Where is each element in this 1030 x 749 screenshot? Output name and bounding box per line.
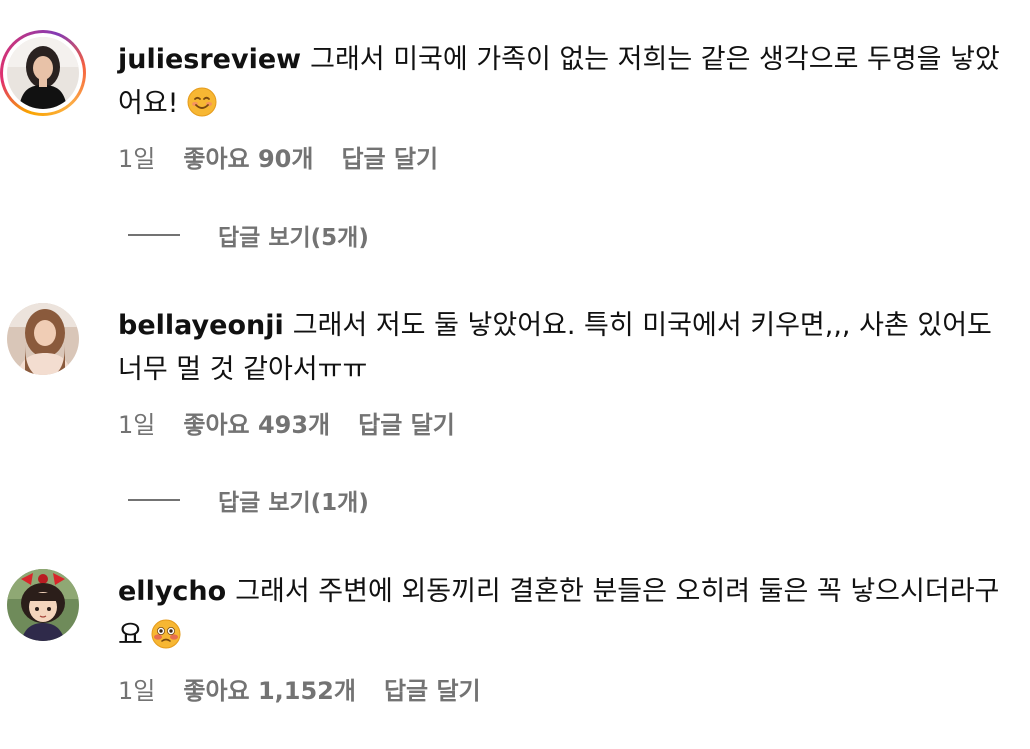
avatar-wrapper[interactable] — [0, 562, 86, 648]
avatar-photo-icon — [7, 37, 79, 109]
likes-count[interactable]: 좋아요 1,152개 — [183, 671, 356, 706]
comment-time: 1일 — [118, 144, 156, 173]
comment-username[interactable]: bellayeonji — [118, 310, 284, 341]
comment-meta: 1일 좋아요 1,152개 답글 달기 — [118, 671, 481, 706]
likes-count[interactable]: 좋아요 493개 — [183, 405, 330, 440]
comment-text: 그래서 주변에 외동끼리 결혼한 분들은 오히려 둘은 꼭 낳으시더라구요 — [118, 576, 1000, 651]
view-replies-button[interactable]: 답글 보기(5개) — [128, 219, 369, 251]
likes-count[interactable]: 좋아요 90개 — [183, 139, 313, 174]
comment-time: 1일 — [118, 410, 156, 439]
avatar-photo-icon — [7, 303, 79, 375]
avatar-illustration-icon — [7, 569, 79, 641]
divider — [128, 499, 180, 501]
divider — [128, 234, 180, 236]
view-replies-label: 답글 보기(1개) — [218, 490, 369, 516]
avatar — [7, 569, 79, 641]
comment-meta: 1일 좋아요 493개 답글 달기 — [118, 405, 455, 440]
comment-time: 1일 — [118, 676, 156, 705]
reply-button[interactable]: 답글 달기 — [384, 671, 481, 706]
flushed-face-emoji-icon — [151, 619, 181, 649]
reply-button[interactable]: 답글 달기 — [341, 139, 438, 174]
view-replies-label: 답글 보기(5개) — [218, 225, 369, 251]
comment-username[interactable]: juliesreview — [118, 44, 301, 75]
avatar — [7, 37, 79, 109]
comment-meta: 1일 좋아요 90개 답글 달기 — [118, 139, 438, 174]
view-replies-button[interactable]: 답글 보기(1개) — [128, 484, 369, 516]
avatar — [7, 303, 79, 375]
avatar-story-ring[interactable] — [0, 30, 86, 116]
avatar-wrapper[interactable] — [0, 296, 86, 382]
comment-body: bellayeonji 그래서 저도 둘 낳았어요. 특히 미국에서 키우면,,,… — [118, 304, 1008, 392]
comment-body: juliesreview 그래서 미국에 가족이 없는 저희는 같은 생각으로 두… — [118, 38, 1008, 126]
smiling-face-emoji-icon — [187, 87, 217, 117]
reply-button[interactable]: 답글 달기 — [358, 405, 455, 440]
comment-username[interactable]: ellycho — [118, 576, 226, 607]
comment-body: ellycho 그래서 주변에 외동끼리 결혼한 분들은 오히려 둘은 꼭 낳으시… — [118, 570, 1008, 658]
